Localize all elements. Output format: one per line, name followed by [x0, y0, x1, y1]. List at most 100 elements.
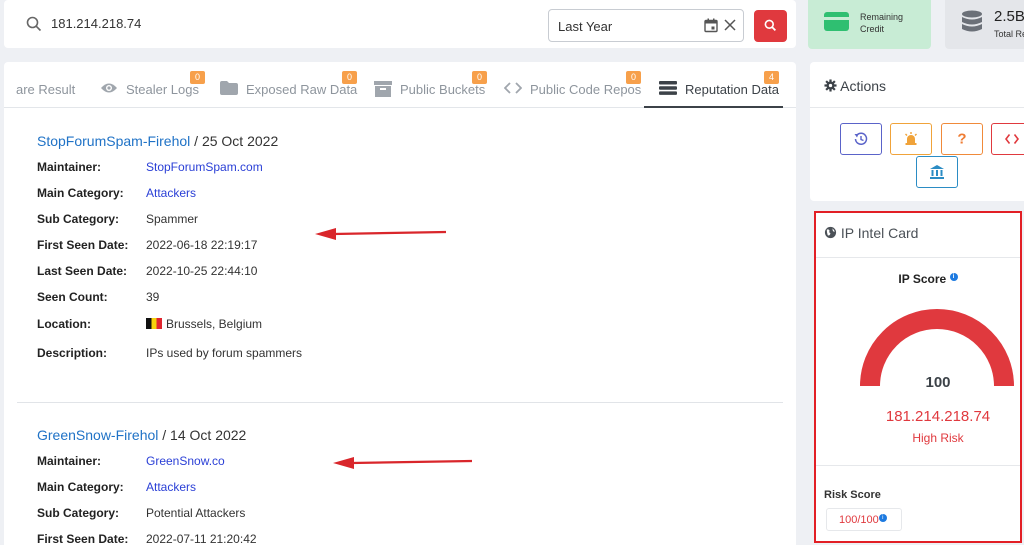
active-tab-indicator	[644, 106, 783, 108]
record-title: StopForumSpam-Firehol / 25 Oct 2022	[37, 133, 757, 149]
field-value: Potential Attackers	[146, 506, 246, 520]
ip-address: 181.214.218.74	[885, 408, 991, 425]
database-icon	[962, 10, 982, 32]
total-records-value: 2.5B	[994, 8, 1024, 25]
risk-score-badge: 100/100 i	[826, 508, 902, 531]
tab-label: Public Buckets	[400, 82, 486, 97]
code-icon	[504, 82, 522, 94]
intel-heading: IP Intel Card	[824, 225, 918, 241]
tab-label: Public Code Repos	[530, 82, 642, 97]
bank-icon	[930, 165, 944, 179]
annotation-arrow	[333, 457, 473, 469]
ip-score-value: 100	[925, 374, 951, 391]
date-range-select[interactable]: Last Year	[548, 9, 744, 42]
actions-title: Actions	[840, 78, 887, 94]
reputation-record: GreenSnow-Firehol / 14 Oct 2022 Maintain…	[37, 427, 757, 545]
history-icon	[854, 132, 868, 145]
tab-badge: 0	[626, 71, 641, 84]
reputation-record: StopForumSpam-Firehol / 25 Oct 2022 Main…	[37, 133, 757, 360]
record-title: GreenSnow-Firehol / 14 Oct 2022	[37, 427, 757, 443]
record-divider	[17, 402, 783, 403]
tab-label: Stealer Logs	[126, 82, 199, 97]
ip-intel-card: IP Intel Card IP Score i 100 181.214.218…	[814, 211, 1022, 543]
search-button[interactable]	[754, 10, 787, 42]
search-input[interactable]: 181.214.218.74	[51, 16, 141, 31]
category-link[interactable]: Attackers	[146, 186, 196, 200]
close-icon[interactable]	[723, 18, 737, 32]
record-date: / 25 Oct 2022	[194, 133, 279, 149]
gear-icon	[824, 79, 837, 92]
maintainer-link[interactable]: StopForumSpam.com	[146, 160, 263, 174]
risk-score-value: 100/100	[839, 514, 879, 526]
alarm-icon	[905, 132, 917, 145]
field-key: First Seen Date:	[37, 238, 129, 252]
annotation-arrow	[315, 228, 447, 240]
calendar-icon[interactable]	[704, 18, 718, 33]
maintainer-link[interactable]: GreenSnow.co	[146, 454, 225, 468]
search-icon	[764, 19, 777, 32]
globe-icon	[824, 226, 837, 239]
divider	[816, 465, 1020, 466]
risk-score-label: Risk Score	[824, 489, 881, 501]
remaining-credit-label: Remaining Credit	[860, 12, 904, 34]
total-records-tile: 2.5B Total Re	[945, 0, 1024, 49]
ip-score-heading: IP Score i	[816, 272, 1024, 286]
question-icon: ?	[957, 130, 967, 148]
total-records-label: Total Re	[994, 29, 1024, 39]
search-bar: 181.214.218.74 Last Year	[4, 0, 796, 48]
code-icon	[1005, 134, 1019, 144]
info-icon[interactable]: i	[949, 273, 958, 281]
category-link[interactable]: Attackers	[146, 480, 196, 494]
tab-label: Exposed Raw Data	[246, 82, 358, 97]
tab-badge: 0	[190, 71, 205, 84]
ip-score-label: IP Score	[898, 272, 947, 286]
eye-icon	[101, 83, 117, 93]
results-panel: are Result Stealer Logs 0 Exposed Raw Da…	[4, 62, 796, 545]
tab-badge: 0	[472, 71, 487, 84]
field-value: Brussels, Belgium	[166, 317, 263, 331]
server-icon	[659, 81, 677, 95]
results-tabs: are Result Stealer Logs 0 Exposed Raw Da…	[4, 62, 796, 108]
field-key: Last Seen Date:	[37, 264, 128, 278]
tab-badge: 4	[764, 71, 779, 84]
code-button[interactable]	[991, 123, 1024, 155]
archive-icon	[374, 81, 392, 97]
field-value: 2022-10-25 22:44:10	[146, 264, 258, 278]
field-key: Main Category:	[37, 186, 124, 200]
credit-card-icon	[824, 12, 849, 31]
search-icon	[26, 16, 42, 32]
actions-panel: Actions ?	[810, 62, 1024, 201]
field-value: 39	[146, 290, 160, 304]
field-key: Sub Category:	[37, 506, 120, 520]
location-value: Brussels, Belgium	[146, 317, 262, 331]
record-source-link[interactable]: StopForumSpam-Firehol	[37, 133, 190, 149]
field-key: Sub Category:	[37, 212, 120, 226]
tab-label: are Result	[16, 82, 76, 97]
record-source-link[interactable]: GreenSnow-Firehol	[37, 427, 158, 443]
help-button[interactable]: ?	[941, 123, 983, 155]
remaining-credit-tile: Remaining Credit	[808, 0, 931, 49]
field-key: Location:	[37, 317, 91, 331]
alert-button[interactable]	[890, 123, 932, 155]
institution-button[interactable]	[916, 156, 958, 188]
folder-icon	[220, 81, 238, 95]
intel-title: IP Intel Card	[840, 225, 919, 241]
field-value: 2022-07-11 21:20:42	[146, 532, 257, 545]
history-button[interactable]	[840, 123, 882, 155]
divider	[810, 107, 1024, 108]
actions-heading: Actions	[824, 78, 886, 94]
risk-level: High Risk	[912, 431, 964, 445]
record-date: / 14 Oct 2022	[162, 427, 247, 443]
tab-label: Reputation Data	[685, 82, 779, 97]
field-value: IPs used by forum spammers	[146, 346, 303, 360]
field-key: Maintainer:	[37, 160, 102, 174]
date-range-value: Last Year	[558, 19, 613, 34]
belgium-flag-icon	[146, 318, 162, 329]
field-key: Main Category:	[37, 480, 124, 494]
divider	[816, 257, 1020, 258]
field-key: Seen Count:	[37, 290, 108, 304]
field-value: 2022-06-18 22:19:17	[146, 238, 258, 252]
info-icon[interactable]: i	[878, 514, 887, 522]
field-key: Description:	[37, 346, 108, 360]
field-value: Spammer	[146, 212, 199, 226]
